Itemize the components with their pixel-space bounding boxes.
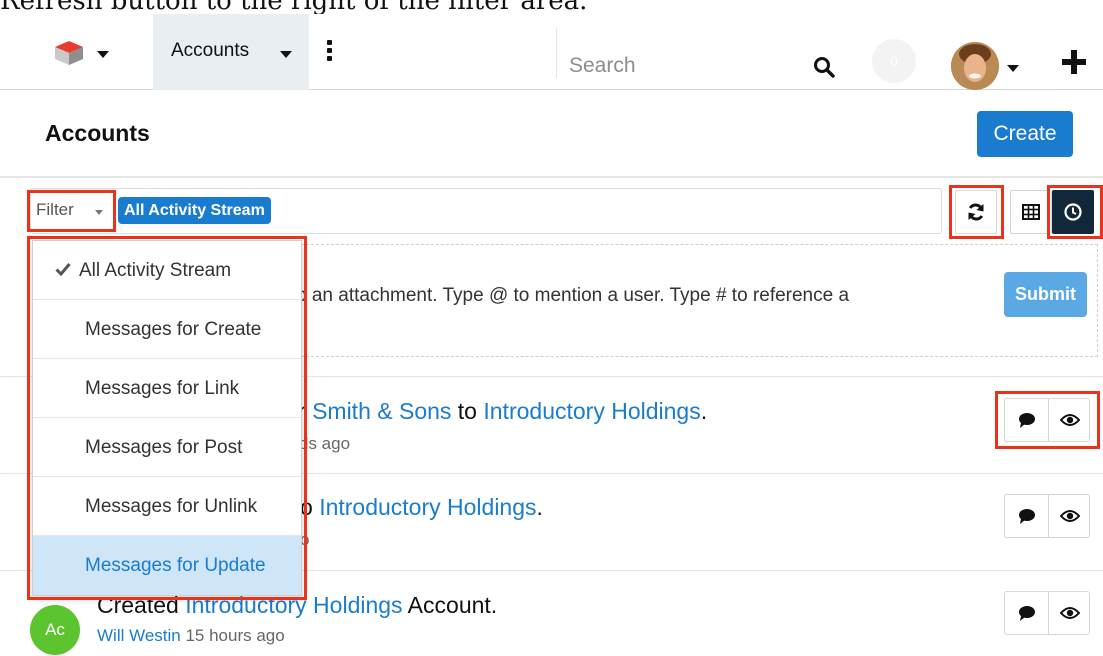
module-tab-accounts[interactable]: Accounts bbox=[153, 14, 309, 90]
chevron-down-icon[interactable] bbox=[97, 51, 109, 58]
preview-button[interactable] bbox=[1048, 399, 1091, 441]
kebab-icon[interactable] bbox=[325, 40, 333, 64]
related-record-link[interactable]: Introductory Holdings bbox=[483, 398, 700, 424]
list-view-icon bbox=[1022, 204, 1040, 220]
composer-hint: p an attachment. Type @ to mention a use… bbox=[296, 285, 850, 306]
chevron-down-icon[interactable] bbox=[95, 210, 103, 215]
preview-button[interactable] bbox=[1048, 592, 1091, 634]
active-filter-pill[interactable]: All Activity Stream bbox=[118, 197, 271, 224]
chevron-down-icon[interactable] bbox=[280, 51, 292, 58]
comment-button[interactable] bbox=[1005, 592, 1048, 634]
search-input[interactable]: Search bbox=[569, 54, 636, 78]
search-icon[interactable] bbox=[813, 56, 835, 78]
activity-actions bbox=[1004, 494, 1090, 538]
eye-icon bbox=[1060, 607, 1080, 619]
header-divider bbox=[0, 176, 1103, 178]
user-link[interactable]: Will Westin bbox=[97, 626, 181, 645]
notification-badge[interactable]: 0 bbox=[872, 39, 916, 83]
filter-option-update[interactable]: Messages for Update bbox=[33, 536, 301, 595]
activity-stream-button[interactable] bbox=[1052, 190, 1094, 234]
create-button[interactable]: Create bbox=[977, 111, 1073, 157]
filter-dropdown-toggle[interactable]: Filter bbox=[36, 200, 74, 220]
check-icon bbox=[55, 263, 71, 276]
avatar[interactable]: Ac bbox=[30, 605, 80, 655]
activity-timestamp: ds ago bbox=[299, 434, 351, 453]
comment-icon bbox=[1018, 509, 1035, 524]
comment-icon bbox=[1018, 606, 1035, 621]
comment-button[interactable] bbox=[1005, 495, 1048, 537]
activity-actions bbox=[1004, 398, 1090, 442]
filter-option-all-activity-stream[interactable]: All Activity Stream bbox=[33, 241, 301, 300]
submit-button[interactable]: Submit bbox=[1004, 272, 1087, 317]
eye-icon bbox=[1060, 414, 1080, 426]
related-record-link[interactable]: Introductory Holdings bbox=[319, 494, 536, 520]
top-navigation: Accounts Search 0 bbox=[0, 14, 1103, 90]
chevron-down-icon[interactable] bbox=[1007, 65, 1019, 72]
module-tab-label: Accounts bbox=[171, 40, 250, 61]
filter-option-create[interactable]: Messages for Create bbox=[33, 300, 301, 359]
avatar[interactable] bbox=[951, 42, 999, 90]
activity-text: r Smith & Sons to Introductory Holdings. bbox=[298, 398, 708, 424]
cube-logo-icon[interactable] bbox=[54, 40, 84, 66]
activity-actions bbox=[1004, 591, 1090, 635]
activity-text: Created Introductory Holdings Account. bbox=[97, 592, 498, 618]
plus-icon[interactable] bbox=[1062, 50, 1086, 74]
refresh-button[interactable] bbox=[955, 190, 997, 234]
filter-option-link[interactable]: Messages for Link bbox=[33, 359, 301, 418]
eye-icon bbox=[1060, 510, 1080, 522]
clock-icon bbox=[1064, 203, 1082, 221]
refresh-icon bbox=[968, 203, 984, 221]
activity-text: o Introductory Holdings. bbox=[300, 494, 543, 520]
page-title: Accounts bbox=[45, 120, 150, 146]
filter-dropdown-menu: All Activity Stream Messages for Create … bbox=[32, 240, 302, 596]
nav-divider bbox=[556, 28, 557, 78]
filter-option-post[interactable]: Messages for Post bbox=[33, 418, 301, 477]
comment-icon bbox=[1018, 413, 1035, 428]
list-view-button[interactable] bbox=[1010, 190, 1052, 234]
filter-option-unlink[interactable]: Messages for Unlink bbox=[33, 477, 301, 536]
comment-button[interactable] bbox=[1005, 399, 1048, 441]
preview-button[interactable] bbox=[1048, 495, 1091, 537]
activity-meta: Will Westin 15 hours ago bbox=[97, 626, 285, 645]
related-record-link[interactable]: Smith & Sons bbox=[312, 398, 451, 424]
